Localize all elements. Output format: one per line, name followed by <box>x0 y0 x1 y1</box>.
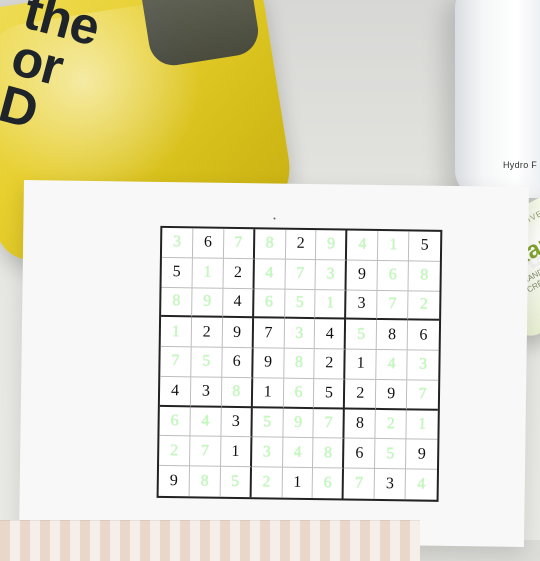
sudoku-cell: 7 <box>285 259 317 290</box>
sudoku-cell: 8 <box>376 320 409 351</box>
sudoku-cell: 2 <box>408 290 440 322</box>
sudoku-cell: 8 <box>254 229 286 260</box>
sudoku-cell: 7 <box>253 318 285 349</box>
scene: the or D Hydro F INTENSIVE ✿ Kam HAND C … <box>0 0 540 561</box>
sudoku-cell: 6 <box>283 378 315 409</box>
sudoku-cell: 6 <box>313 468 345 499</box>
paper-mark <box>273 217 276 220</box>
sudoku-cell: 3 <box>284 318 316 350</box>
sudoku-cell: 3 <box>407 350 439 381</box>
sudoku-cell: 8 <box>408 261 440 292</box>
sudoku-cell: 2 <box>251 467 283 498</box>
sudoku-cell: 4 <box>282 438 314 469</box>
sudoku-cell: 4 <box>159 376 192 408</box>
sudoku-cell: 3 <box>251 437 283 468</box>
paper-sheet: 3678294155124739688946513721297345867569… <box>18 180 529 548</box>
sudoku-cell: 7 <box>160 347 192 378</box>
striped-fabric <box>0 520 420 561</box>
sudoku-cell: 7 <box>189 436 222 467</box>
sudoku-cell: 7 <box>406 380 439 411</box>
sudoku-cell: 4 <box>222 288 255 319</box>
sudoku-cell: 4 <box>417 475 426 493</box>
sudoku-cell: 5 <box>191 347 223 378</box>
sudoku-cell: 8 <box>344 409 377 440</box>
sudoku-cell: 1 <box>252 378 284 409</box>
sudoku-cell: 2 <box>191 317 223 348</box>
sudoku-cell: 7 <box>343 468 376 499</box>
sudoku-cell: 2 <box>223 258 255 289</box>
sudoku-cell: 8 <box>283 348 316 379</box>
sudoku-cell: 9 <box>316 230 348 261</box>
sudoku-cell: 9 <box>406 439 438 471</box>
sudoku-cell: 9 <box>376 379 408 411</box>
sudoku-cell: 9 <box>222 318 254 349</box>
sudoku-cell: 1 <box>220 437 253 468</box>
sudoku-cell: 5 <box>375 439 407 470</box>
sudoku-cell: 2 <box>285 229 317 260</box>
sudoku-cell: 1 <box>315 289 347 320</box>
sudoku-cell: 3 <box>190 377 223 408</box>
sudoku-cell: 6 <box>192 228 225 259</box>
sudoku-cell: 7 <box>313 408 346 439</box>
sudoku-cell: 6 <box>377 260 410 291</box>
sudoku-cell: 3 <box>221 407 253 438</box>
bag-dark-corner <box>139 0 262 69</box>
sudoku-cell: 6 <box>253 288 286 319</box>
sudoku-cell: 5 <box>314 378 346 410</box>
sudoku-cell: 3 <box>346 290 378 321</box>
sudoku-cell: 5 <box>252 407 284 439</box>
sudoku-cell: 6 <box>344 438 376 470</box>
bottle-brand-label: Hydro F <box>503 160 538 170</box>
sudoku-cell: 7 <box>223 228 255 259</box>
sudoku-cell: 8 <box>221 377 253 408</box>
sudoku-cell: 1 <box>345 349 377 380</box>
sudoku-cell: 2 <box>345 379 377 410</box>
sudoku-cell: 9 <box>346 260 379 291</box>
sudoku-cell: 1 <box>282 467 314 499</box>
sudoku-cell: 4 <box>347 230 379 261</box>
sudoku-cell: 6 <box>407 320 440 351</box>
sudoku-cell: 3 <box>161 227 194 259</box>
sudoku-cell: 9 <box>252 348 285 379</box>
sudoku-cell: 3 <box>374 469 407 500</box>
sudoku-cell: 4 <box>315 319 347 350</box>
sudoku-cell: 9 <box>282 408 315 439</box>
sudoku-cell: 7 <box>377 290 409 321</box>
sudoku-cell: 1 <box>406 410 438 441</box>
sudoku-cell: 6 <box>159 406 191 437</box>
sudoku-cell: 5 <box>220 466 252 498</box>
sudoku-cell: 1 <box>378 230 410 262</box>
sudoku-cell: 5 <box>284 289 316 320</box>
sudoku-cell: 2 <box>159 436 191 467</box>
sudoku-cell: 1 <box>160 317 192 348</box>
sudoku-cell: 3 <box>315 259 348 291</box>
sudoku-cell: 2 <box>375 409 407 440</box>
sudoku-cell: 6 <box>222 347 254 379</box>
sudoku-cell: 4 <box>254 258 286 290</box>
sudoku-cell: 5 <box>345 319 378 351</box>
sudoku-cell: 8 <box>313 438 345 469</box>
sudoku-grid: 3678294155124739688946513721297345867569… <box>156 225 443 502</box>
sudoku-cell: 2 <box>314 349 346 380</box>
sudoku-cell: 9 <box>158 466 190 497</box>
sudoku-cell: 4 <box>376 350 408 381</box>
sudoku-cell: 4 <box>190 407 222 438</box>
sudoku-cell: 5 <box>409 231 441 262</box>
sudoku-cell: 8 <box>161 287 193 318</box>
sudoku-cell: 5 <box>161 257 193 288</box>
sudoku-cell: 8 <box>189 466 221 497</box>
sudoku-cell: 1 <box>192 258 224 289</box>
sudoku-cell: 9 <box>191 287 224 319</box>
